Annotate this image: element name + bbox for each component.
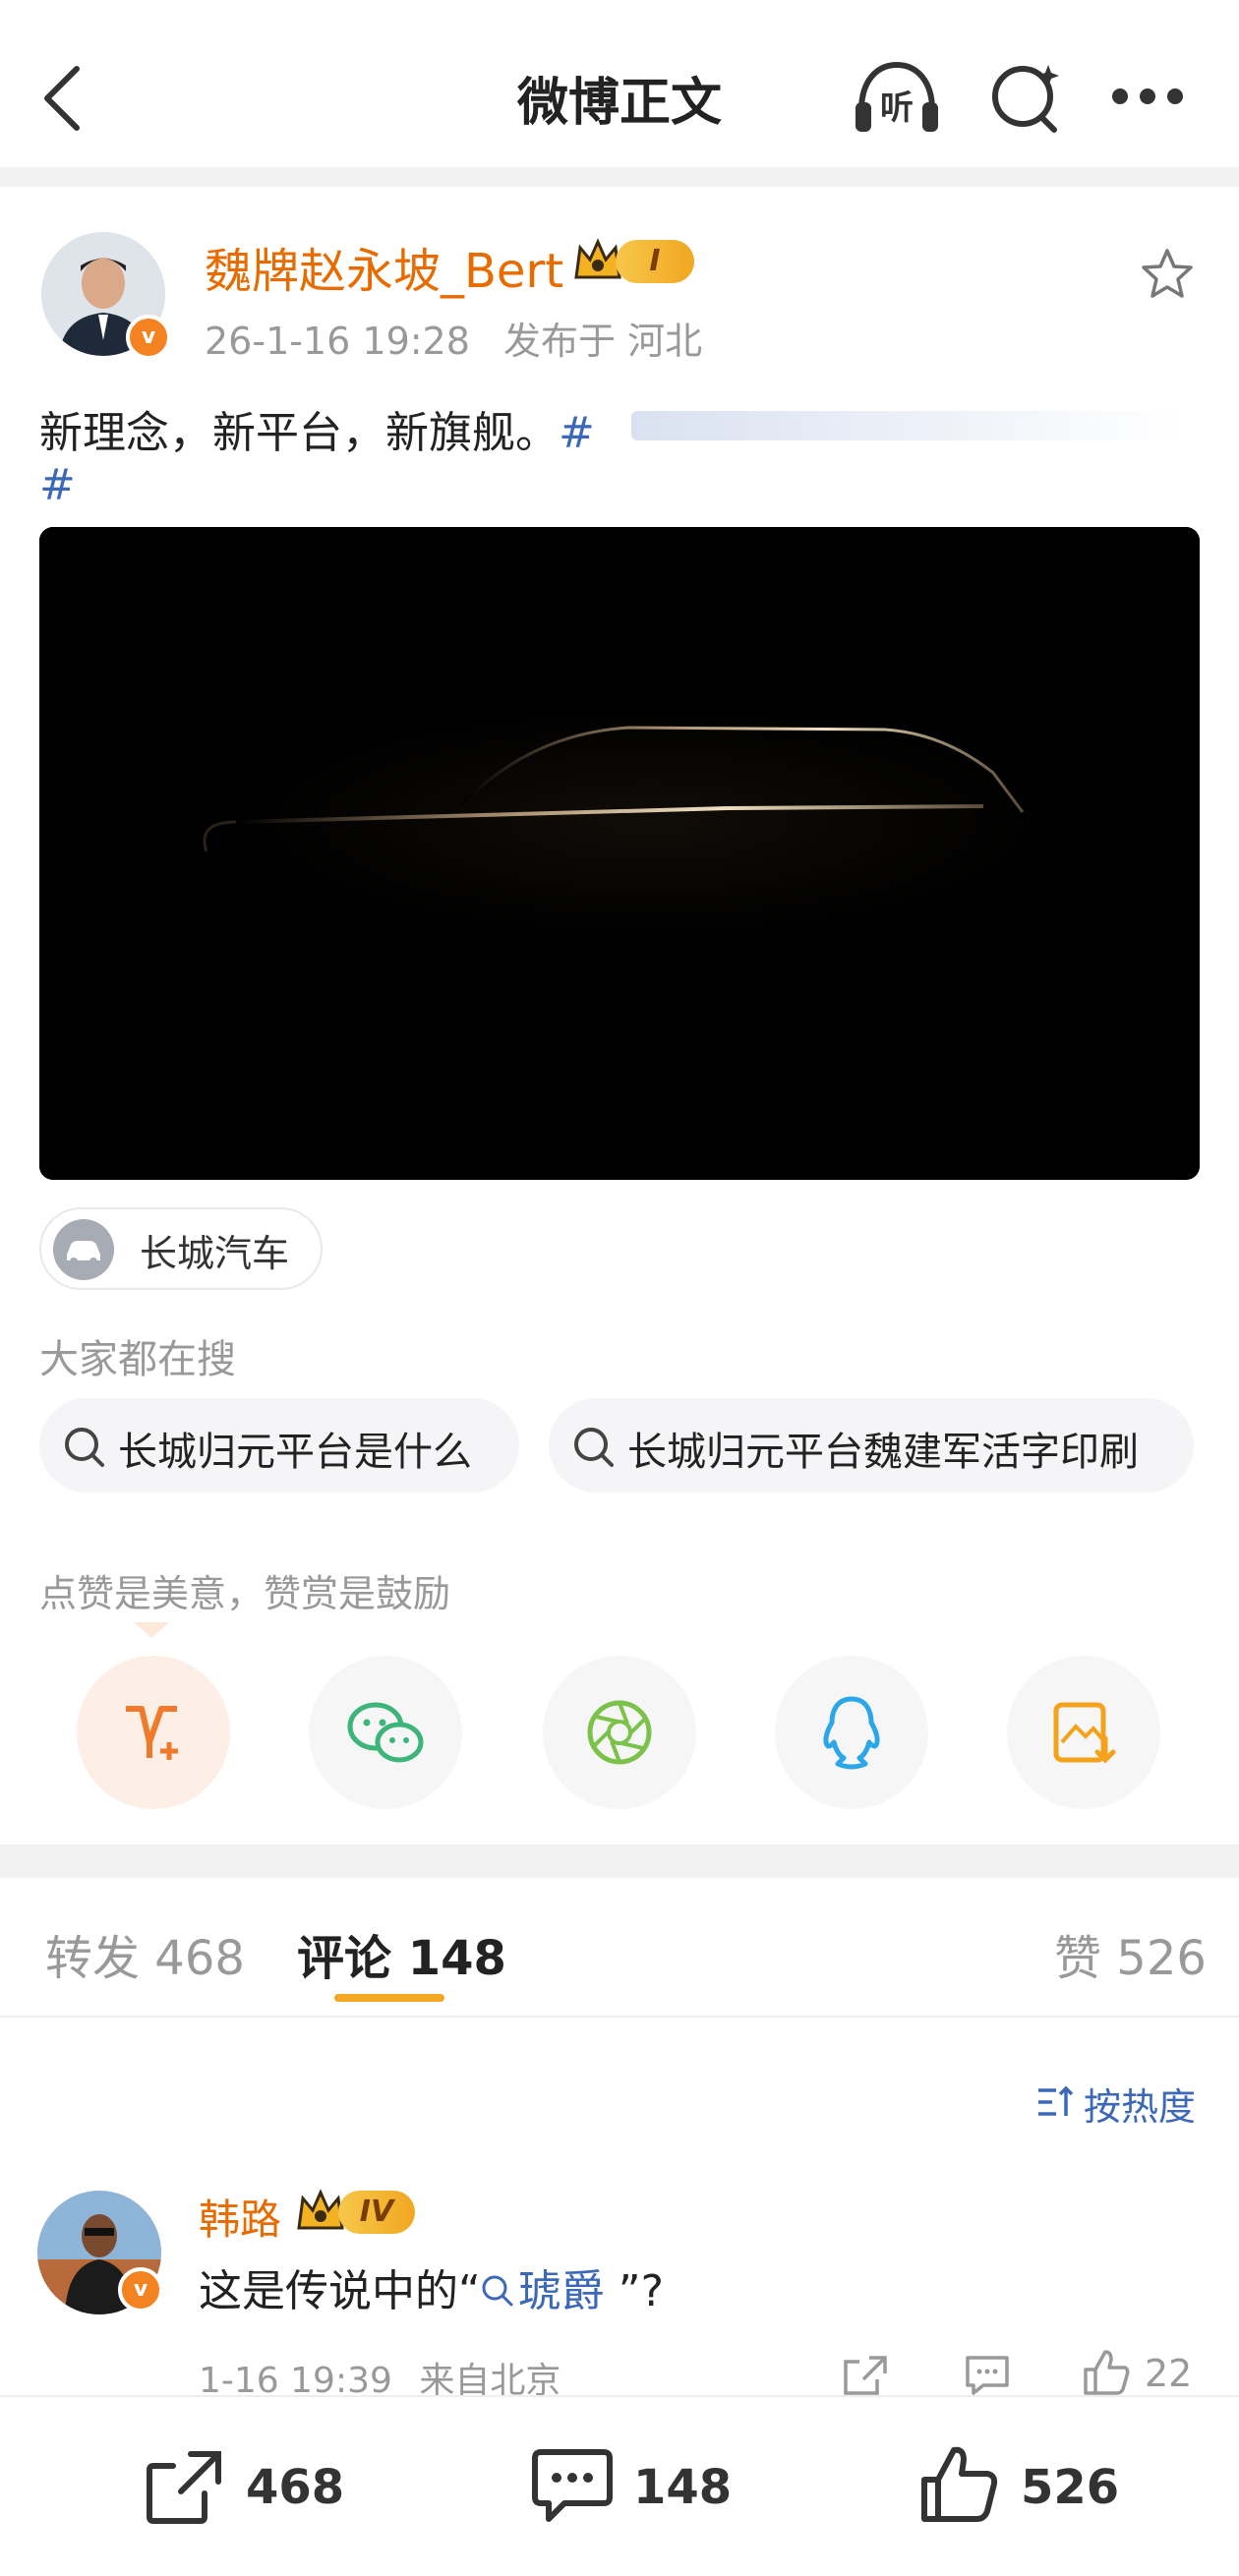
share-wechat-button[interactable]: [309, 1656, 462, 1809]
comment-link-text: 琥爵: [517, 2266, 605, 2316]
qq-penguin-icon: [823, 1696, 880, 1770]
moments-aperture-icon: [587, 1700, 652, 1765]
post-meta: 26-1-16 19:28 发布于 河北: [205, 311, 702, 365]
thumbs-up-icon: [1084, 2350, 1130, 2395]
tab-likes[interactable]: 赞 526: [1054, 1919, 1207, 1988]
topic-chip-label: 长城汽车: [140, 1232, 290, 1275]
thumbs-up-icon: [921, 2446, 998, 2522]
blurred-hashtag[interactable]: [631, 411, 1182, 440]
post-video[interactable]: [39, 527, 1200, 1180]
section-divider: [0, 1844, 1239, 1878]
repost-icon: [147, 2451, 221, 2524]
tabs-divider: [0, 2016, 1239, 2018]
tab-comments-count: 148: [407, 1931, 506, 1986]
vip-level: I: [616, 240, 694, 283]
top-bar: 微博正文 听: [0, 0, 1239, 167]
save-image-button[interactable]: [1007, 1656, 1160, 1809]
bottom-comment-count: 148: [633, 2460, 733, 2515]
comment-text: 这是传说中的“ 琥爵 ”?: [199, 2255, 664, 2318]
bottom-like-button[interactable]: 526: [918, 2440, 1119, 2529]
more-icon[interactable]: [1111, 87, 1184, 106]
vip-level-badge: IV: [295, 2189, 417, 2236]
post-timestamp: 26-1-16 19:28: [205, 320, 470, 363]
commenter-name[interactable]: 韩路: [199, 2187, 281, 2247]
verified-badge-icon: v: [126, 315, 171, 360]
search-suggestion-text: 长城归元平台是什么: [118, 1430, 472, 1475]
share-qq-button[interactable]: [775, 1656, 928, 1809]
comment-reply-icon[interactable]: [964, 2354, 1011, 2397]
bottom-repost-count: 468: [246, 2460, 345, 2515]
tab-repost-label: 转发: [45, 1931, 141, 1986]
comment-icon: [532, 2449, 613, 2522]
favorite-star-icon[interactable]: [1141, 248, 1194, 299]
listen-label: 听: [880, 88, 914, 128]
reward-button[interactable]: [77, 1656, 230, 1809]
post-text-body: 新理念，新平台，新旗舰。: [39, 408, 559, 458]
tab-repost-count: 468: [154, 1931, 245, 1986]
listen-button[interactable]: 听: [852, 59, 942, 138]
tab-likes-label: 赞: [1054, 1931, 1102, 1986]
tooltip-arrow: [134, 1622, 169, 1638]
comment-search-link[interactable]: 琥爵: [481, 2266, 605, 2316]
comment-share-icon[interactable]: [842, 2354, 889, 2397]
vip-level-badge: I: [572, 238, 696, 285]
verified-badge-icon: v: [118, 2267, 163, 2313]
topic-chip[interactable]: 长城汽车: [39, 1207, 323, 1290]
search-icon[interactable]: [989, 61, 1064, 136]
author-name[interactable]: 魏牌赵永坡_Bert: [205, 232, 563, 301]
tab-comments-label: 评论: [297, 1931, 392, 1986]
sort-label: 按热度: [1084, 2085, 1197, 2129]
wechat-icon: [347, 1702, 424, 1763]
sort-icon: [1038, 2085, 1074, 2116]
tab-repost[interactable]: 转发 468: [45, 1919, 245, 1988]
v-reward-icon: [126, 1706, 178, 1760]
trending-search-heading: 大家都在搜: [39, 1337, 236, 1382]
search-suggestion[interactable]: 长城归元平台是什么: [39, 1398, 519, 1493]
tab-likes-count: 526: [1116, 1931, 1207, 1986]
bottom-repost-button[interactable]: 468: [144, 2442, 344, 2531]
search-icon: [65, 1428, 104, 1467]
tab-comments[interactable]: 评论 148: [297, 1919, 506, 1988]
bottom-action-bar: 468 148 526: [0, 2395, 1239, 2576]
share-moments-button[interactable]: [543, 1656, 696, 1809]
comment-text-after: ”?: [604, 2266, 664, 2316]
search-suggestion-text: 长城归元平台魏建军活字印刷: [627, 1430, 1139, 1475]
post-text: 新理念，新平台，新旗舰。#: [39, 397, 595, 460]
bottom-like-count: 526: [1021, 2460, 1120, 2515]
bottom-comment-button[interactable]: 148: [531, 2442, 732, 2531]
search-icon: [482, 2275, 513, 2307]
save-image-icon: [1053, 1702, 1116, 1764]
comment-text-before: 这是传说中的“: [199, 2266, 481, 2316]
search-suggestion[interactable]: 长城归元平台魏建军活字印刷: [549, 1398, 1194, 1493]
comment-like-count: 22: [1145, 2352, 1193, 2395]
vip-level: IV: [338, 2191, 415, 2234]
search-icon: [574, 1428, 614, 1467]
hashtag-start[interactable]: #: [559, 408, 595, 458]
car-icon: [53, 1219, 114, 1280]
post-location: 发布于 河北: [503, 320, 703, 363]
active-tab-underline: [334, 1994, 444, 2002]
car-silhouette-image: [39, 527, 1200, 1180]
hashtag-end[interactable]: #: [39, 460, 76, 510]
section-divider: [0, 167, 1239, 187]
reward-tip: 点赞是美意，赞赏是鼓励: [39, 1572, 451, 1615]
